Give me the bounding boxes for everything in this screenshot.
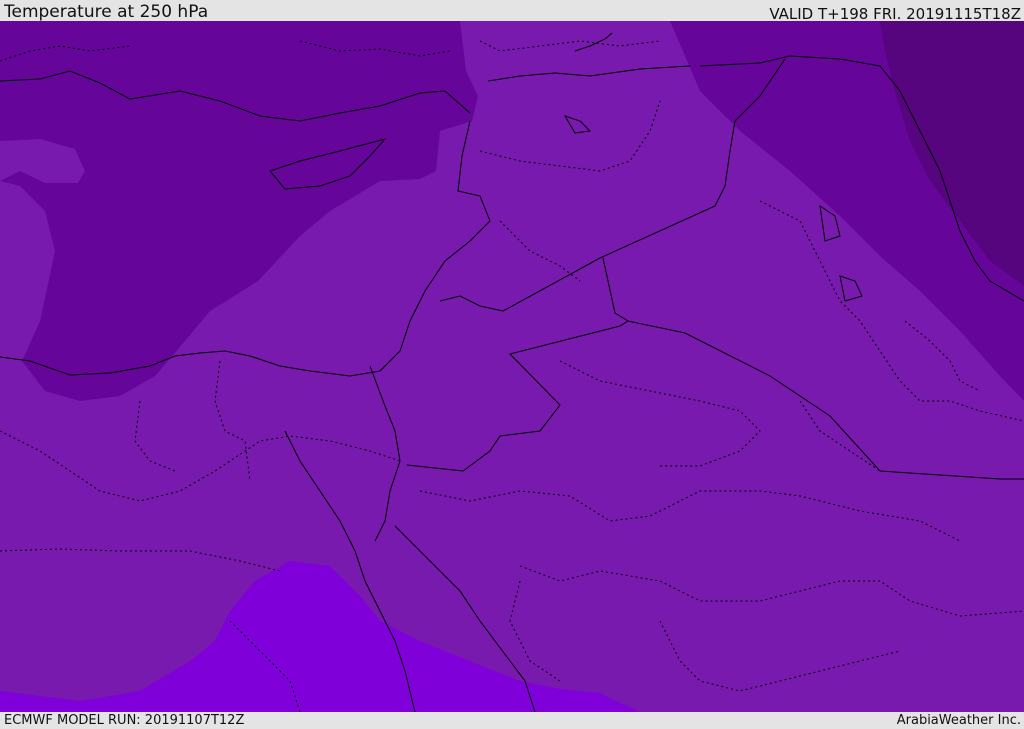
credit-label: ArabiaWeather Inc. [896,713,1021,728]
model-run-label: ECMWF MODEL RUN: 20191107T12Z [4,713,245,728]
footer-bar: ECMWF MODEL RUN: 20191107T12Z ArabiaWeat… [0,712,1024,729]
map-title: Temperature at 250 hPa [4,2,209,22]
map-panel[interactable] [0,21,1024,712]
header-bar: Temperature at 250 hPa VALID T+198 FRI. … [0,0,1024,23]
valid-time-label: VALID T+198 FRI. 20191115T18Z [769,5,1021,23]
temperature-map [0,21,1024,712]
